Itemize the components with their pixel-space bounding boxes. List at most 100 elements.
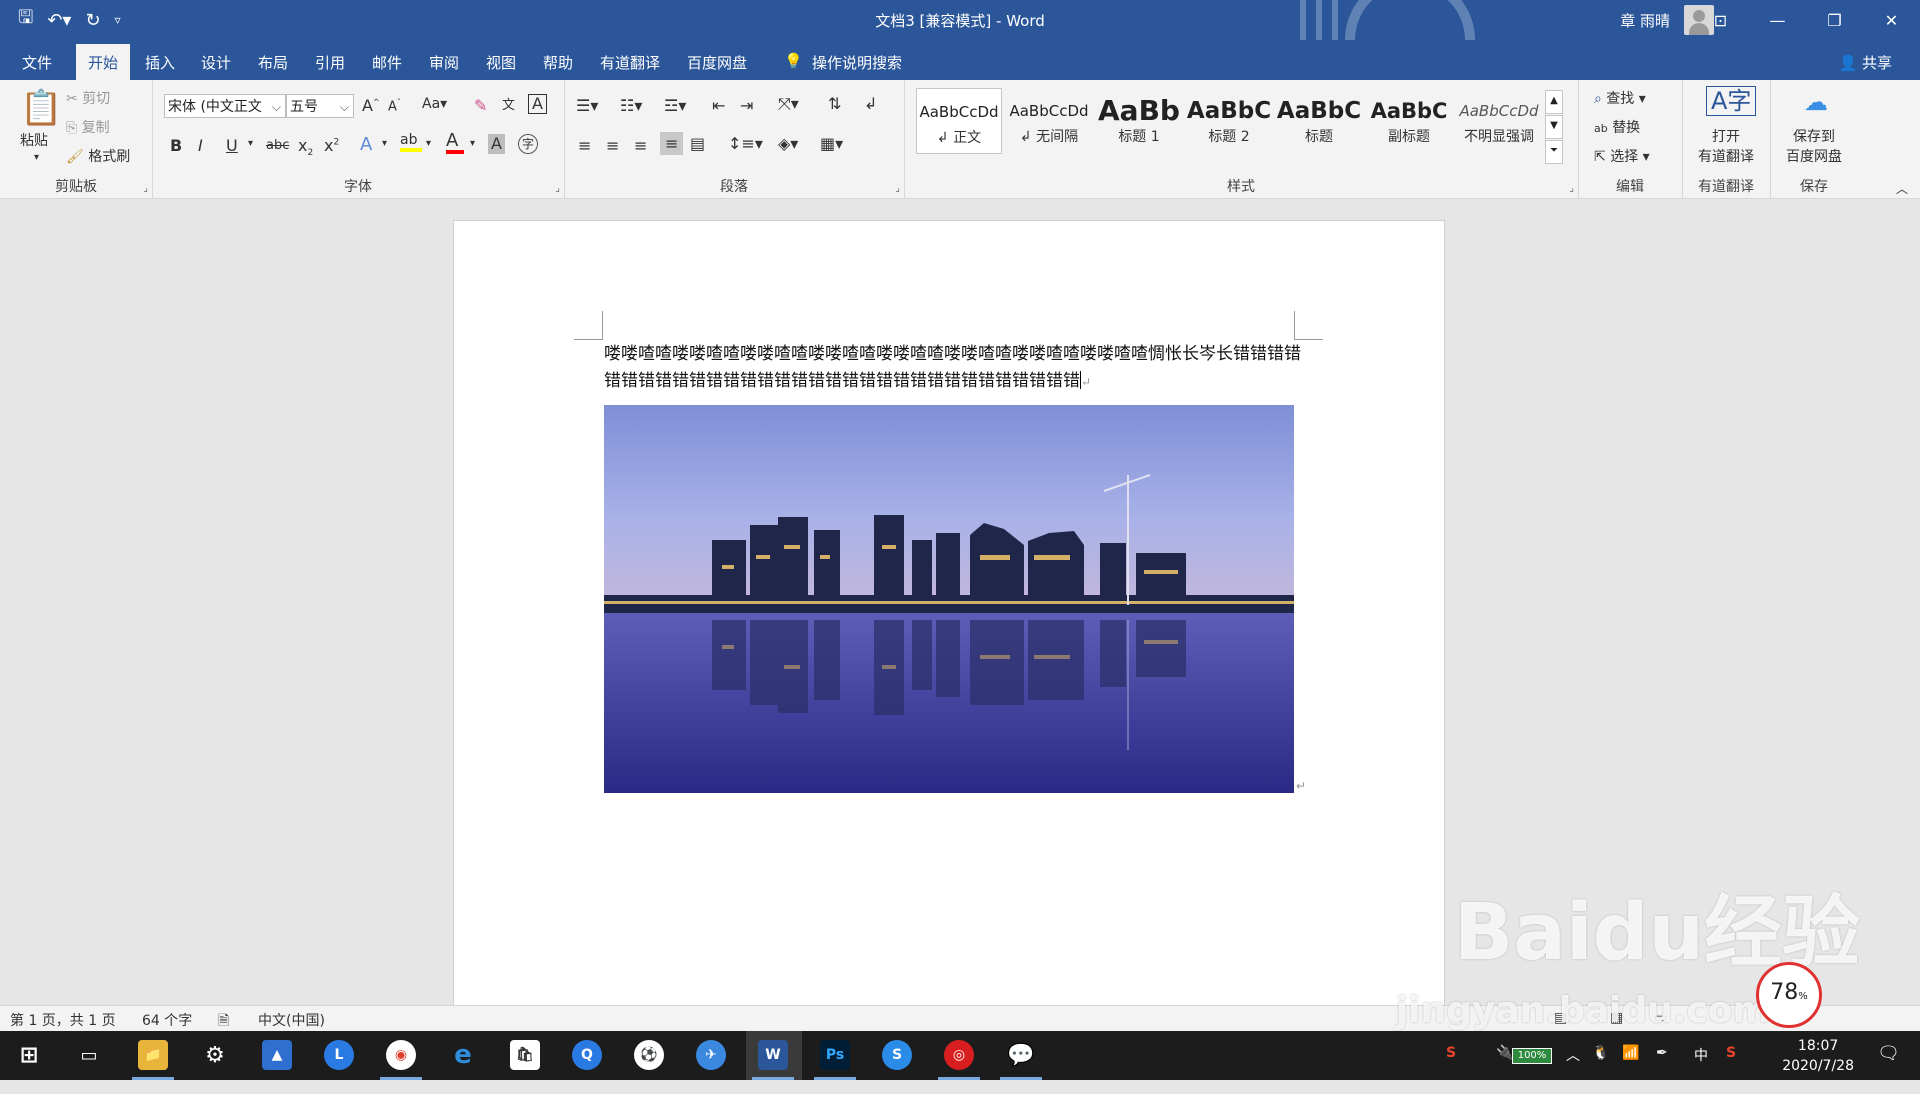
copy-button[interactable]: ⎘ 复制 [66, 117, 110, 137]
justify-icon[interactable]: ≡ [660, 132, 684, 155]
clear-formatting-icon[interactable]: ✎ [474, 96, 487, 115]
subscript-icon[interactable]: x2 [298, 136, 313, 158]
tab-review[interactable]: 审阅 [421, 48, 467, 77]
baidu-cloud-icon[interactable]: ☁ [1804, 88, 1828, 116]
sogou-tray-icon[interactable]: S [1446, 1045, 1456, 1094]
replace-button[interactable]: ab 替换 [1594, 117, 1640, 137]
highlight-icon[interactable]: ab [400, 132, 422, 152]
tab-home[interactable]: 开始 [76, 44, 131, 81]
app-icon[interactable]: ⚽ [634, 1040, 664, 1070]
photoshop-icon[interactable]: Ps [820, 1040, 850, 1070]
line-spacing-icon[interactable]: ↕≡▾ [728, 134, 763, 153]
underline-dropdown-icon[interactable]: ▾ [248, 138, 253, 149]
change-case-button[interactable]: Aa▾ [422, 96, 447, 112]
decrease-indent-icon[interactable]: ⇤ [712, 96, 725, 115]
text-effects-dropdown-icon[interactable]: ▾ [382, 138, 387, 149]
ie-icon[interactable]: e [448, 1040, 478, 1070]
network-speed-badge[interactable]: 78% [1756, 962, 1822, 1028]
tab-file[interactable]: 文件 [14, 48, 60, 77]
tab-help[interactable]: 帮助 [535, 48, 581, 77]
cut-button[interactable]: ✂ 剪切 [66, 88, 110, 108]
align-right-icon[interactable]: ≡ [634, 136, 647, 155]
language-status[interactable]: 中文(中国) [258, 1010, 325, 1030]
distributed-icon[interactable]: ▤ [690, 134, 705, 153]
sogou-icon[interactable]: S [882, 1040, 912, 1070]
pen-icon[interactable]: ✒ [1656, 1045, 1668, 1094]
photos-icon[interactable]: ▲ [262, 1040, 292, 1070]
dialog-launcher-icon[interactable]: ⌟ [555, 183, 560, 194]
strikethrough-icon[interactable]: abc [266, 138, 289, 153]
lenovo-icon[interactable]: L [324, 1040, 354, 1070]
wifi-icon[interactable]: 📶 [1622, 1045, 1639, 1094]
font-color-icon[interactable]: A [446, 132, 464, 154]
tab-layout[interactable]: 布局 [250, 48, 296, 77]
gallery-more-icon[interactable]: ⏷ [1545, 140, 1563, 164]
collapse-ribbon-icon[interactable]: ︿ [1896, 180, 1908, 197]
battery-indicator[interactable]: 100% [1512, 1048, 1552, 1064]
italic-icon[interactable]: I [198, 136, 203, 155]
style-title[interactable]: AaBbC 标题 [1276, 88, 1362, 154]
style-heading-2[interactable]: AaBbC 标题 2 [1186, 88, 1272, 154]
clock[interactable]: 18:07 2020/7/28 [1782, 1036, 1854, 1076]
tell-me-search[interactable]: 操作说明搜索 [804, 48, 910, 77]
restore-icon[interactable]: ❐ [1806, 0, 1863, 40]
multilevel-list-icon[interactable]: ☲▾ [664, 96, 686, 115]
dialog-launcher-icon[interactable]: ⌟ [1569, 183, 1574, 194]
increase-indent-icon[interactable]: ⇥ [740, 96, 753, 115]
superscript-icon[interactable]: x2 [324, 136, 339, 155]
chevron-up-icon[interactable]: ▲ [1545, 90, 1563, 114]
dialog-launcher-icon[interactable]: ⌟ [895, 183, 900, 194]
character-border-icon[interactable]: A [528, 94, 547, 114]
text-effects-icon[interactable]: A [360, 134, 372, 155]
page-count[interactable]: 第 1 页，共 1 页 [10, 1010, 116, 1030]
enclose-characters-icon[interactable]: 字 [518, 134, 538, 154]
windows-start-icon[interactable]: ⊞ [14, 1040, 44, 1070]
tab-baidu[interactable]: 百度网盘 [679, 48, 755, 77]
close-icon[interactable]: ✕ [1863, 0, 1920, 40]
ime-indicator[interactable]: 中 [1694, 1045, 1708, 1094]
font-name-combo[interactable]: 宋体 (中文正文 ⌵ [164, 94, 286, 118]
style-subtle-emphasis[interactable]: AaBbCcDd 不明显强调 [1456, 88, 1542, 154]
dialog-launcher-icon[interactable]: ⌟ [143, 183, 148, 194]
tab-youdao[interactable]: 有道翻译 [592, 48, 668, 77]
phonetic-guide-icon[interactable]: 文 [502, 94, 515, 113]
paste-button[interactable]: 粘贴 [20, 130, 48, 150]
borders-icon[interactable]: ▦▾ [820, 134, 843, 153]
paste-dropdown-icon[interactable]: ▾ [34, 152, 39, 163]
select-button[interactable]: ⇱ 选择 ▾ [1594, 146, 1650, 166]
font-size-combo[interactable]: 五号 ⌵ [286, 94, 354, 118]
shading-icon[interactable]: ◈▾ [778, 134, 798, 153]
share-button[interactable]: 👤 共享 [1839, 52, 1892, 73]
word-icon[interactable]: W [758, 1040, 788, 1070]
file-explorer-icon[interactable]: 📁 [138, 1040, 168, 1070]
paste-icon[interactable]: 📋 [20, 88, 62, 128]
wechat-icon[interactable]: 💬 [1006, 1040, 1036, 1070]
find-button[interactable]: ⌕ 查找 ▾ [1594, 88, 1646, 108]
sort-icon[interactable]: ⇅ [828, 94, 841, 113]
chrome-icon[interactable]: ◉ [386, 1040, 416, 1070]
browser-icon[interactable]: Q [572, 1040, 602, 1070]
store-icon[interactable]: 🛍 [510, 1040, 540, 1070]
chevron-up-icon[interactable]: ︿ [1566, 1045, 1580, 1094]
chevron-down-icon[interactable]: ▼ [1545, 115, 1563, 139]
tab-mailings[interactable]: 邮件 [364, 48, 410, 77]
task-view-icon[interactable]: ▭ [74, 1040, 104, 1070]
document-paragraph[interactable]: 喽喽喳喳喽喽喳喳喽喽喳喳喽喽喳喳喽喽喳喳喽喽喳喳喽喽喳喳喽喽喳喳惆怅长岑长错错错… [604, 341, 1304, 396]
grow-font-icon[interactable]: A^ [362, 96, 380, 115]
tab-view[interactable]: 视图 [478, 48, 524, 77]
character-shading-icon[interactable]: A [488, 134, 505, 154]
tab-references[interactable]: 引用 [307, 48, 353, 77]
city-reflection-image[interactable] [604, 405, 1294, 793]
ribbon-display-options-icon[interactable]: ⊡ [1692, 0, 1749, 40]
chinese-layout-icon[interactable]: ⤧▾ [778, 94, 799, 114]
bullets-icon[interactable]: ☰▾ [576, 96, 598, 115]
style-no-spacing[interactable]: AaBbCcDd ↲ 无间隔 [1006, 88, 1092, 154]
user-name[interactable]: 章 雨晴 [1620, 10, 1670, 31]
show-formatting-marks-icon[interactable]: ↲ [864, 94, 877, 113]
netease-music-icon[interactable]: ◎ [944, 1040, 974, 1070]
feishu-icon[interactable]: ✈ [696, 1040, 726, 1070]
align-center-icon[interactable]: ≡ [606, 136, 619, 155]
underline-icon[interactable]: U [226, 136, 238, 155]
translate-icon[interactable]: A字 [1706, 86, 1757, 116]
shrink-font-icon[interactable]: Aˇ [388, 98, 401, 114]
